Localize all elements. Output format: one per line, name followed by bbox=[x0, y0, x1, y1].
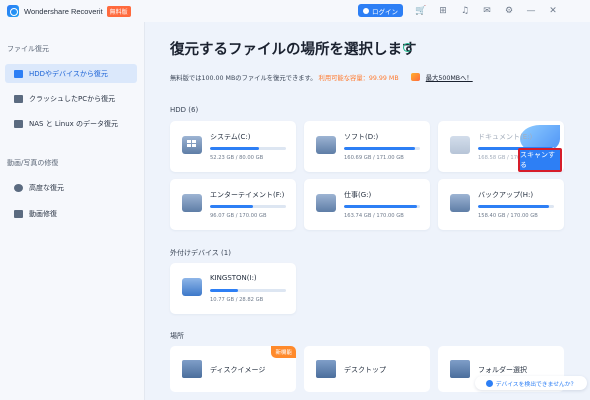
user-icon bbox=[363, 7, 369, 14]
drive-name: バックアップ(H:) bbox=[478, 191, 534, 199]
sidebar: ファイル復元 HDDやデバイスから復元 クラッシュしたPCから復元 NAS と … bbox=[0, 22, 145, 400]
hdd-icon bbox=[14, 69, 23, 78]
drive-card-f[interactable]: エンターテイメント(F:) 96.07 GB / 170.00 GB bbox=[170, 179, 296, 230]
drive-usage-fill bbox=[478, 205, 549, 208]
drive-icon bbox=[182, 194, 202, 212]
place-label: フォルダー選択 bbox=[478, 366, 527, 374]
recoverit-logo-icon bbox=[7, 5, 19, 17]
folder-icon bbox=[450, 360, 470, 378]
drive-icon bbox=[316, 194, 336, 212]
usb-drive-icon bbox=[182, 278, 202, 296]
drive-name: ソフト(D:) bbox=[344, 133, 379, 141]
drive-name: エンターテイメント(F:) bbox=[210, 191, 285, 199]
monitor-icon bbox=[14, 94, 23, 103]
drive-usage-fill bbox=[210, 205, 254, 208]
detect-link-label: デバイスを検出できませんか？ bbox=[495, 381, 577, 388]
place-label: デスクトップ bbox=[344, 366, 386, 374]
place-disk-image[interactable]: ディスクイメージ 新機能 bbox=[170, 346, 296, 392]
quota-info: 無料版では100.00 MBのファイルを復元できます。 利用可能な容量：99.9… bbox=[170, 73, 473, 82]
drive-usage-fill bbox=[344, 147, 416, 150]
windows-drive-icon bbox=[182, 136, 202, 154]
drive-name: システム(C:) bbox=[210, 133, 251, 141]
help-icon bbox=[485, 379, 493, 387]
main-panel: 復元するファイルの場所を選択します 無料版では100.00 MBのファイルを復元… bbox=[145, 22, 590, 400]
drive-name: KINGSTON(I:) bbox=[210, 274, 257, 282]
headset-icon[interactable]: ♫ bbox=[454, 3, 476, 19]
sidebar-item-label: クラッシュしたPCから復元 bbox=[29, 94, 116, 103]
login-button[interactable]: ログイン bbox=[358, 4, 403, 17]
sidebar-section-repair: 動画/写真の修復 bbox=[7, 159, 59, 167]
quota-text: 無料版では100.00 MBのファイルを復元できます。 bbox=[170, 75, 317, 82]
sidebar-section-file-recovery: ファイル復元 bbox=[7, 45, 49, 53]
top-toolbar: 🛒 ⊞ ♫ ✉ ⚙ — ✕ bbox=[410, 3, 564, 19]
drive-size: 158.40 GB / 170.00 GB bbox=[478, 213, 538, 219]
drive-name: ドキュメント(E:) bbox=[478, 133, 533, 141]
drive-usage-bar bbox=[210, 205, 286, 208]
drive-card-h[interactable]: バックアップ(H:) 158.40 GB / 170.00 GB bbox=[438, 179, 564, 230]
new-feature-badge: 新機能 bbox=[271, 346, 296, 358]
sidebar-item-hdd-recovery[interactable]: HDDやデバイスから復元 bbox=[5, 64, 137, 83]
drive-icon bbox=[316, 136, 336, 154]
title-bar: Wondershare Recoverit 無料版 ログイン 🛒 ⊞ ♫ ✉ ⚙… bbox=[0, 0, 590, 22]
drive-card-e[interactable]: ドキュメント(E:) 168.58 GB / 170.00 GB スキャンする bbox=[438, 121, 564, 172]
sidebar-item-crashed-pc[interactable]: クラッシュしたPCから復元 bbox=[5, 89, 137, 108]
mail-icon[interactable]: ✉ bbox=[476, 3, 498, 19]
sidebar-item-video-repair[interactable]: 動画修復 bbox=[5, 204, 137, 223]
drive-name: 仕事(G:) bbox=[344, 191, 372, 199]
device-not-detected-link[interactable]: デバイスを検出できませんか？ bbox=[475, 376, 587, 390]
drive-size: 96.07 GB / 170.00 GB bbox=[210, 213, 267, 219]
drive-usage-fill bbox=[210, 289, 239, 292]
close-icon[interactable]: ✕ bbox=[542, 3, 564, 19]
sidebar-item-advanced-recovery[interactable]: 高度な復元 bbox=[5, 178, 137, 197]
drive-size: 52.23 GB / 80.00 GB bbox=[210, 155, 264, 161]
drive-usage-bar bbox=[210, 289, 286, 292]
drive-usage-bar bbox=[344, 147, 420, 150]
drive-card-g[interactable]: 仕事(G:) 163.74 GB / 170.00 GB bbox=[304, 179, 430, 230]
sidebar-item-nas-linux[interactable]: NAS と Linux のデータ復元 bbox=[5, 114, 137, 133]
drive-size: 10.77 GB / 28.82 GB bbox=[210, 297, 264, 303]
sidebar-item-label: 高度な復元 bbox=[29, 183, 64, 192]
party-icon bbox=[410, 73, 420, 81]
drive-card-c[interactable]: システム(C:) 52.23 GB / 80.00 GB bbox=[170, 121, 296, 172]
app-title: Wondershare Recoverit bbox=[24, 6, 103, 16]
sidebar-item-label: 動画修復 bbox=[29, 209, 57, 218]
disk-image-icon bbox=[182, 360, 202, 378]
login-label: ログイン bbox=[372, 7, 398, 16]
camera-icon bbox=[14, 183, 23, 192]
drive-usage-bar bbox=[344, 205, 420, 208]
nas-icon bbox=[14, 119, 23, 128]
page-title: 復元するファイルの場所を選択します bbox=[170, 42, 417, 58]
place-desktop[interactable]: デスクトップ bbox=[304, 346, 430, 392]
free-version-badge: 無料版 bbox=[106, 5, 131, 17]
sidebar-item-label: HDDやデバイスから復元 bbox=[29, 69, 108, 78]
quota-capacity: 利用可能な容量：99.99 MB bbox=[318, 75, 399, 82]
drive-size: 160.69 GB / 171.00 GB bbox=[344, 155, 404, 161]
drive-usage-bar bbox=[478, 205, 554, 208]
drive-card-i[interactable]: KINGSTON(I:) 10.77 GB / 28.82 GB bbox=[170, 263, 296, 314]
drive-usage-fill bbox=[344, 205, 417, 208]
desktop-icon bbox=[316, 360, 336, 378]
sidebar-item-label: NAS と Linux のデータ復元 bbox=[29, 119, 119, 128]
video-repair-icon bbox=[14, 209, 23, 218]
add-icon[interactable]: ⊞ bbox=[432, 3, 454, 19]
place-label: ディスクイメージ bbox=[210, 366, 266, 374]
settings-icon[interactable]: ⚙ bbox=[498, 3, 520, 19]
hdd-group-label: HDD (6) bbox=[170, 106, 199, 114]
drive-size: 163.74 GB / 170.00 GB bbox=[344, 213, 404, 219]
drive-icon bbox=[450, 136, 470, 154]
refresh-icon[interactable] bbox=[403, 43, 412, 52]
cart-icon[interactable]: 🛒 bbox=[410, 3, 432, 19]
scan-button[interactable]: スキャンする bbox=[518, 148, 562, 172]
minimize-icon[interactable]: — bbox=[520, 3, 542, 19]
drive-icon bbox=[450, 194, 470, 212]
drive-usage-bar bbox=[210, 147, 286, 150]
places-group-label: 場所 bbox=[170, 332, 184, 340]
drive-card-d[interactable]: ソフト(D:) 160.69 GB / 171.00 GB bbox=[304, 121, 430, 172]
external-group-label: 外付けデバイス (1) bbox=[170, 249, 231, 257]
drive-usage-fill bbox=[210, 147, 260, 150]
upgrade-link[interactable]: 最大500MBへ！ bbox=[426, 75, 473, 82]
